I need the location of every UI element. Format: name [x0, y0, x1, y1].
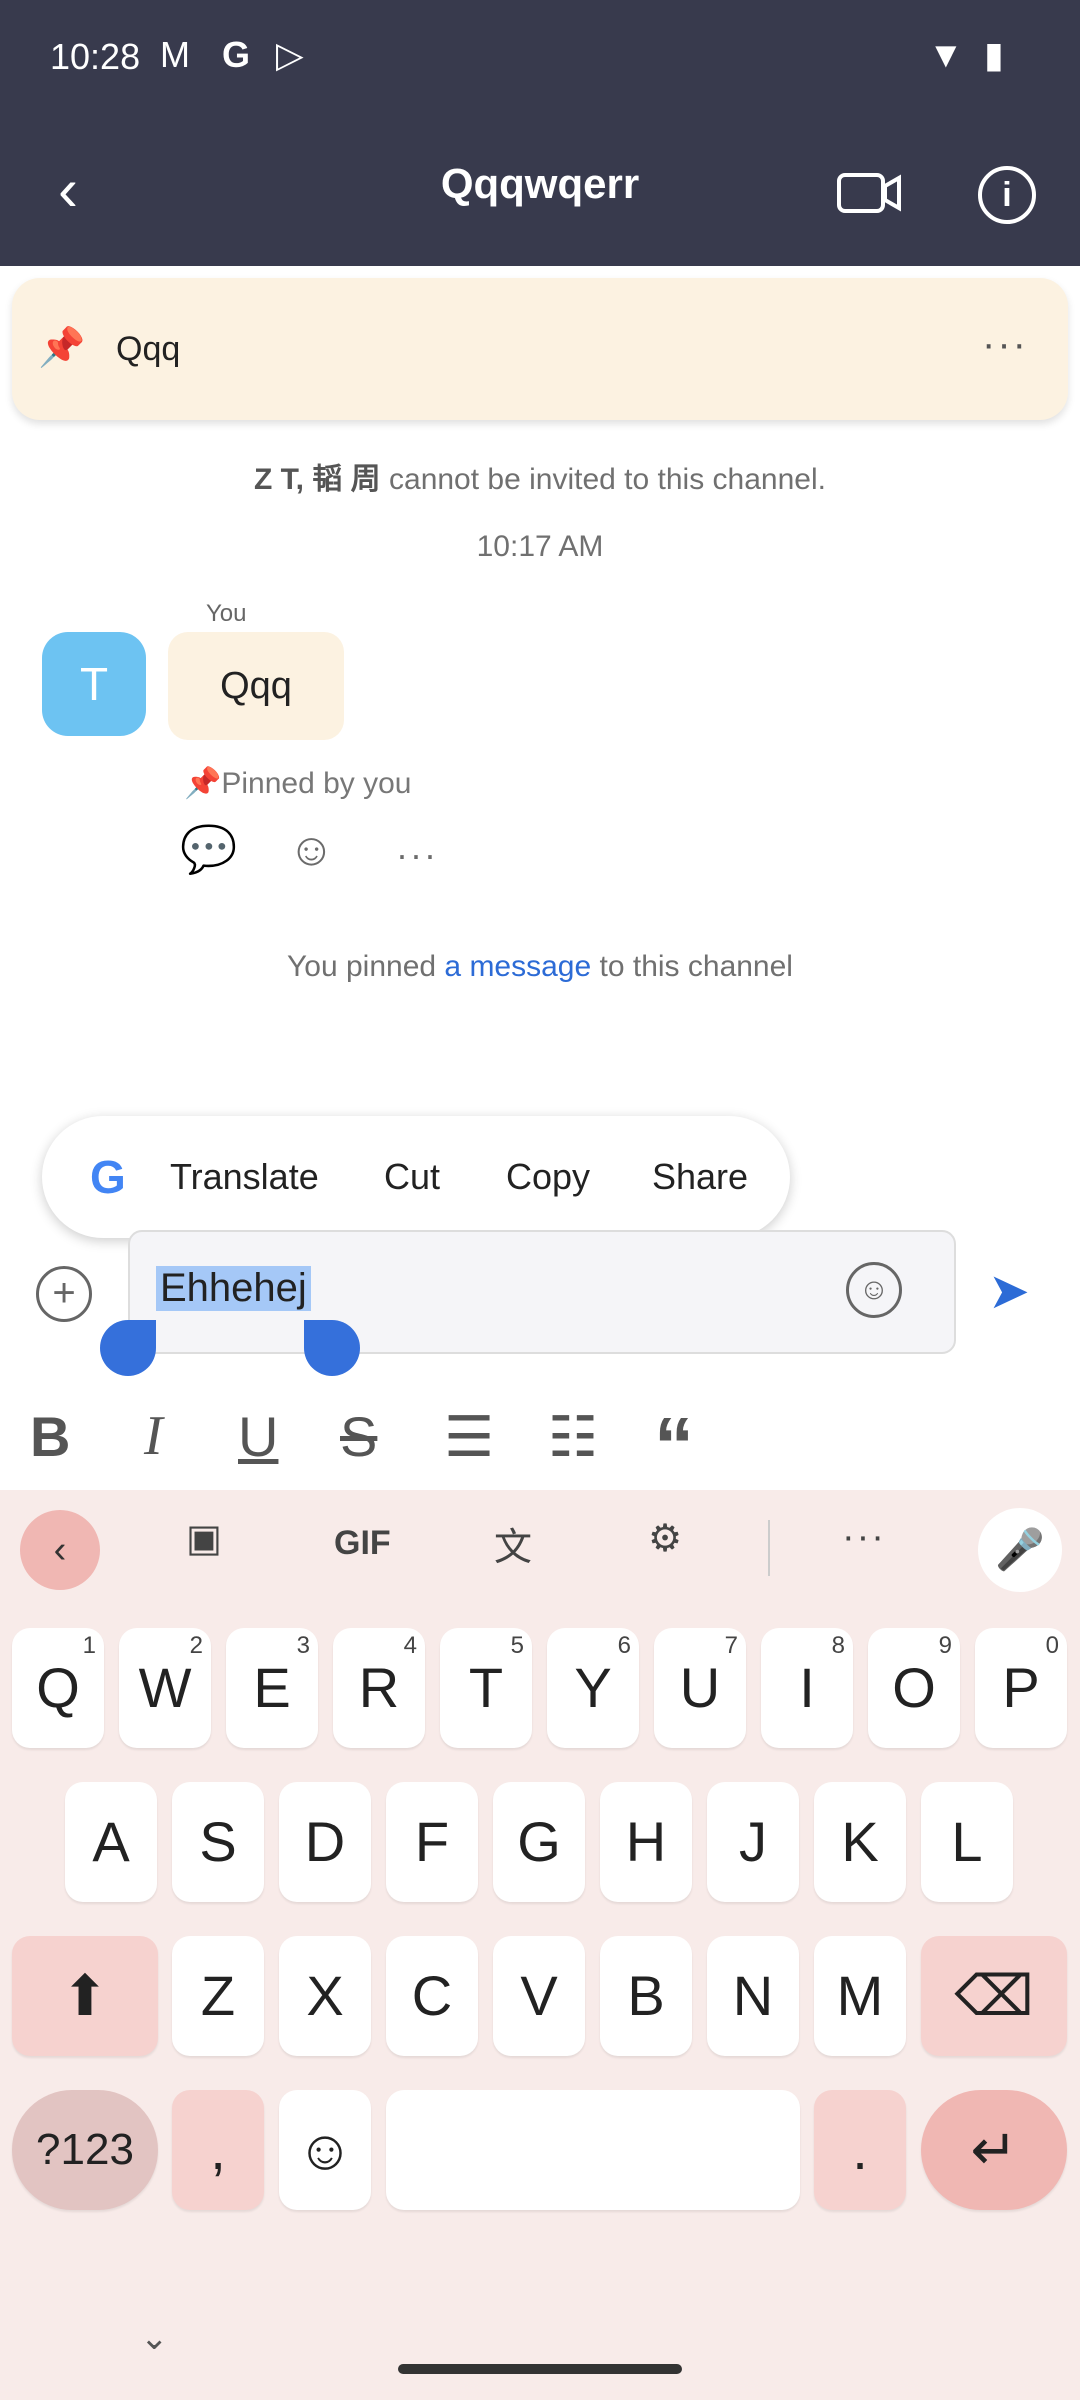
timestamp: 10:17 AM — [476, 530, 604, 563]
shift-key[interactable]: ⬆ — [12, 1936, 158, 2056]
pinned-by-label: 📌Pinned by you — [184, 767, 412, 800]
gmail-icon: M — [160, 34, 190, 75]
home-indicator[interactable] — [398, 2364, 682, 2374]
key-j[interactable]: J — [707, 1782, 799, 1902]
send-button[interactable]: ➤ — [988, 1262, 1030, 1320]
key-h[interactable]: H — [600, 1782, 692, 1902]
key-u[interactable]: U7 — [654, 1628, 746, 1748]
key-n[interactable]: N — [707, 1936, 799, 2056]
key-v[interactable]: V — [493, 1936, 585, 2056]
google-icon: G — [90, 1151, 126, 1203]
space-key[interactable] — [386, 2090, 800, 2210]
period-key[interactable]: . — [814, 2090, 906, 2210]
key-x[interactable]: X — [279, 1936, 371, 2056]
translate-icon[interactable]: 文 — [494, 1516, 532, 1571]
not-invited-text: cannot be invited to this channel. — [380, 463, 826, 496]
pinned-message-text: Qqq — [116, 330, 181, 368]
toolbar-divider — [768, 1520, 770, 1576]
key-m[interactable]: M — [814, 1936, 906, 2056]
underline-button[interactable]: U — [238, 1404, 278, 1469]
wifi-icon: ▼ — [928, 34, 964, 75]
key-t[interactable]: T5 — [440, 1628, 532, 1748]
menu-copy[interactable]: Copy — [506, 1156, 590, 1198]
key-w[interactable]: W2 — [119, 1628, 211, 1748]
pinned-message-link[interactable]: a message — [444, 950, 591, 983]
key-k[interactable]: K — [814, 1782, 906, 1902]
google-icon: G — [222, 34, 251, 75]
emoji-icon[interactable]: ☺ — [846, 1262, 902, 1318]
play-store-icon: ▷ — [276, 34, 304, 75]
key-r[interactable]: R4 — [333, 1628, 425, 1748]
key-l[interactable]: L — [921, 1782, 1013, 1902]
key-o[interactable]: O9 — [868, 1628, 960, 1748]
selection-handle-start[interactable] — [100, 1320, 156, 1376]
menu-translate[interactable]: Translate — [170, 1156, 319, 1198]
key-z[interactable]: Z — [172, 1936, 264, 2056]
sticker-icon[interactable]: ▣ — [186, 1516, 222, 1561]
enter-key[interactable]: ↵ — [921, 2090, 1067, 2210]
info-icon[interactable]: i — [978, 166, 1036, 224]
avatar[interactable]: T — [42, 632, 146, 736]
pin-icon: 📌 — [38, 327, 86, 369]
more-icon[interactable]: ··· — [842, 1516, 886, 1559]
message-input-value[interactable]: Ehhehej — [156, 1266, 311, 1311]
selection-handle-end[interactable] — [304, 1320, 360, 1376]
message-more-icon[interactable]: ··· — [396, 834, 438, 876]
microphone-icon[interactable]: 🎤 — [978, 1508, 1062, 1592]
key-i[interactable]: I8 — [761, 1628, 853, 1748]
numbered-list-button[interactable]: ☷ — [548, 1404, 598, 1470]
menu-cut[interactable]: Cut — [384, 1156, 440, 1198]
not-invited-names: Z T, 韬 周 — [254, 463, 381, 496]
backspace-key[interactable]: ⌫ — [921, 1936, 1067, 2056]
hide-keyboard-chevron-icon[interactable]: ⌄ — [140, 2318, 169, 2358]
emoji-key[interactable]: ☺ — [279, 2090, 371, 2210]
key-a[interactable]: A — [65, 1782, 157, 1902]
comma-key[interactable]: , — [172, 2090, 264, 2210]
system-message-pinned: You pinned a message to this channel — [287, 950, 793, 983]
key-c[interactable]: C — [386, 1936, 478, 2056]
key-f[interactable]: F — [386, 1782, 478, 1902]
system-message-not-invited: Z T, 韬 周 cannot be invited to this chann… — [0, 454, 1080, 498]
bold-button[interactable]: B — [30, 1404, 70, 1469]
battery-icon: ▮ — [984, 34, 1004, 75]
key-g[interactable]: G — [493, 1782, 585, 1902]
keyboard-back-button[interactable]: ‹ — [20, 1510, 100, 1590]
sender-name: You — [206, 600, 247, 627]
strikethrough-button[interactable]: S — [340, 1404, 377, 1469]
message-bubble[interactable]: Qqq — [168, 632, 344, 740]
italic-button[interactable]: I — [144, 1404, 163, 1468]
menu-share[interactable]: Share — [652, 1156, 748, 1198]
key-b[interactable]: B — [600, 1936, 692, 2056]
bullet-list-button[interactable]: ☰ — [444, 1404, 494, 1470]
symbols-key[interactable]: ?123 — [12, 2090, 158, 2210]
key-s[interactable]: S — [172, 1782, 264, 1902]
key-e[interactable]: E3 — [226, 1628, 318, 1748]
page-title: Qqqwqerr — [440, 160, 640, 207]
pin-icon: 📌 — [184, 767, 222, 800]
key-q[interactable]: Q1 — [12, 1628, 104, 1748]
more-options-icon[interactable]: ··· — [982, 322, 1028, 367]
key-d[interactable]: D — [279, 1782, 371, 1902]
settings-gear-icon[interactable]: ⚙ — [648, 1516, 682, 1561]
status-time: 10:28 — [50, 36, 141, 77]
reply-in-thread-icon[interactable]: 💬 — [180, 822, 237, 877]
key-p[interactable]: P0 — [975, 1628, 1067, 1748]
key-y[interactable]: Y6 — [547, 1628, 639, 1748]
add-reaction-icon[interactable]: ☺ — [288, 822, 335, 876]
gif-button[interactable]: GIF — [334, 1524, 391, 1563]
add-attachment-button[interactable]: + — [36, 1266, 92, 1322]
quote-button[interactable]: “ — [654, 1400, 694, 1492]
video-call-icon[interactable] — [836, 170, 902, 216]
